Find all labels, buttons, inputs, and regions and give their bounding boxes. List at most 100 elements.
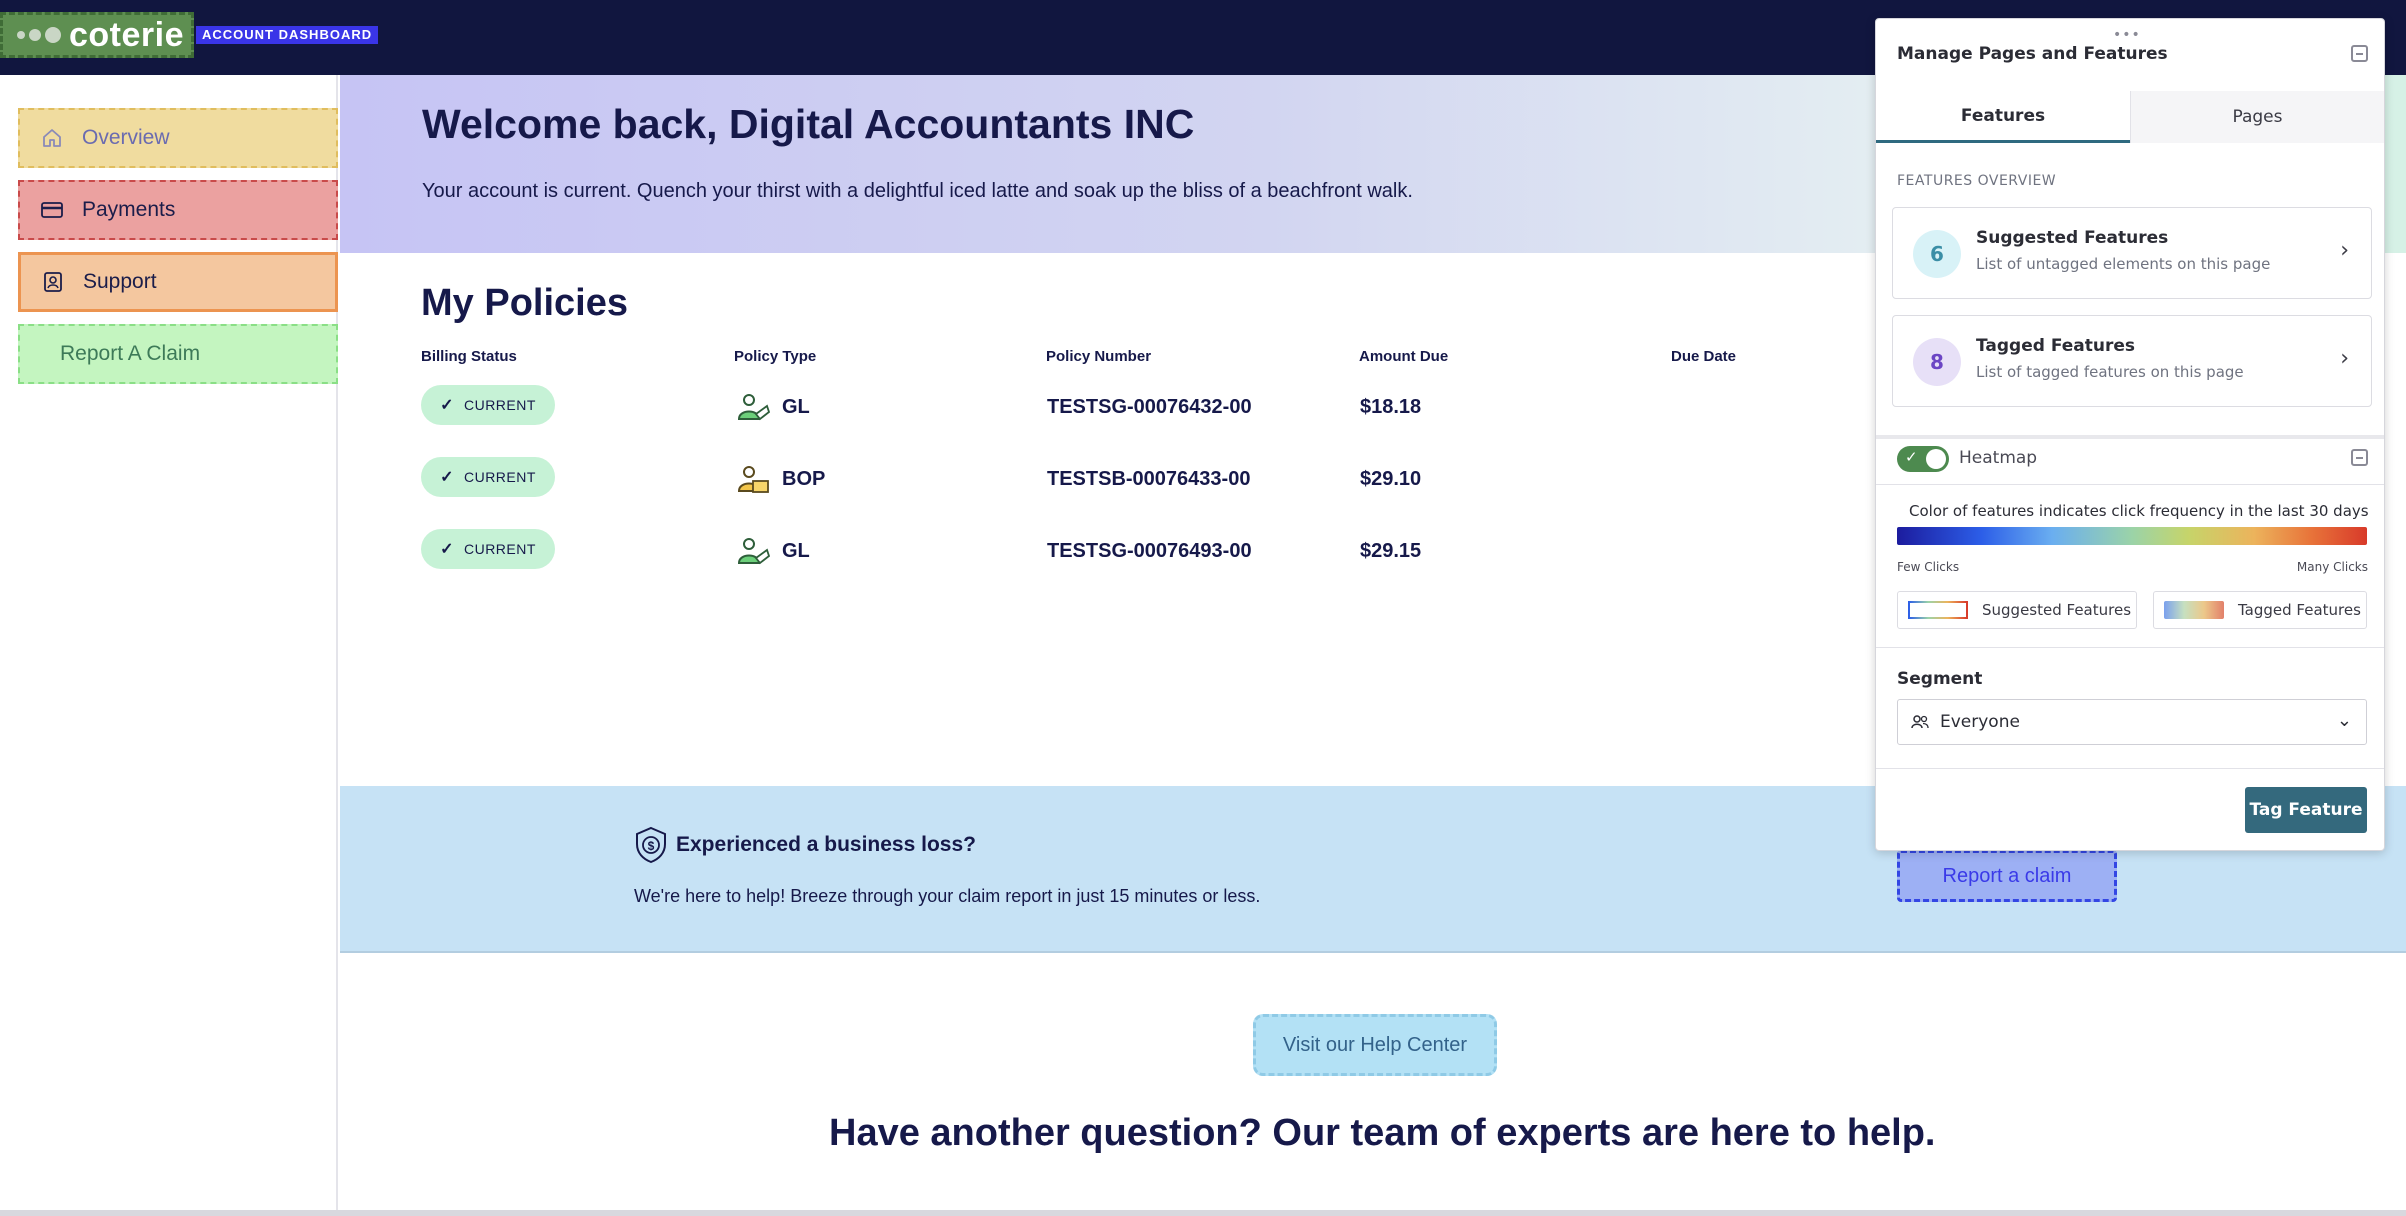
tab-features[interactable]: Features (1876, 91, 2130, 143)
section-divider (1876, 435, 2384, 439)
section-divider (1876, 768, 2384, 769)
sidebar: Overview Payments Support Report A Claim (0, 75, 338, 1216)
section-divider (1876, 484, 2384, 485)
chevron-right-icon: › (2340, 238, 2349, 263)
policy-type-text: GL (782, 539, 810, 562)
heatmap-gradient-scale (1897, 527, 2367, 545)
tagged-count-badge: 8 (1913, 338, 1961, 386)
credit-card-icon (38, 196, 66, 224)
heatmap-description: Color of features indicates click freque… (1909, 502, 2369, 520)
sidebar-item-support[interactable]: Support (18, 252, 338, 312)
sidebar-item-label: Overview (82, 126, 170, 149)
manage-features-panel: ••• Manage Pages and Features Features P… (1875, 18, 2385, 851)
legend-tagged-features: Tagged Features (2153, 591, 2367, 629)
collapse-heatmap-icon[interactable] (2351, 449, 2368, 466)
amount-due: $29.10 (1360, 468, 1422, 490)
sidebar-item-overview[interactable]: Overview (18, 108, 338, 168)
policies-title: My Policies (421, 282, 628, 324)
status-badge: ✓ CURRENT (421, 385, 555, 425)
help-center-button[interactable]: Visit our Help Center (1253, 1014, 1497, 1076)
card-description: List of tagged features on this page (1976, 363, 2244, 381)
policy-number[interactable]: TESTSG-00076432-00 (1047, 396, 1252, 419)
policy-type: GL (736, 536, 810, 566)
general-liability-icon (737, 394, 770, 421)
home-icon (38, 124, 66, 152)
segment-select[interactable]: Everyone ⌄ (1897, 699, 2367, 745)
amount-due: $18.18 (1360, 396, 1422, 418)
svg-text:$: $ (648, 839, 655, 853)
legend-suggested-features: Suggested Features (1897, 591, 2137, 629)
suggested-count-badge: 6 (1913, 230, 1961, 278)
status-badge: ✓ CURRENT (421, 457, 555, 497)
status-text: CURRENT (463, 541, 536, 557)
tag-feature-button[interactable]: Tag Feature (2245, 787, 2367, 833)
check-icon: ✓ (1905, 448, 1918, 466)
welcome-title: Welcome back, Digital Accountants INC (422, 101, 1195, 147)
policy-type: GL (736, 392, 810, 422)
tab-pages[interactable]: Pages (2130, 91, 2384, 143)
check-icon: ✓ (440, 541, 454, 558)
tagged-features-card[interactable]: 8 Tagged Features List of tagged feature… (1892, 315, 2372, 407)
business-owner-policy-icon (737, 466, 769, 493)
column-header-billing-status: Billing Status (421, 348, 517, 365)
help-heading: Have another question? Our team of exper… (829, 1112, 1936, 1154)
column-header-policy-type: Policy Type (734, 348, 817, 365)
contact-card-icon (39, 268, 67, 296)
chevron-right-icon: › (2340, 346, 2349, 371)
panel-tabs: Features Pages (1876, 91, 2384, 143)
segment-value: Everyone (1940, 712, 2020, 732)
heatmap-toggle[interactable]: ✓ (1897, 446, 1949, 472)
many-clicks-label: Many Clicks (2296, 560, 2368, 574)
logo-mark-icon (17, 27, 61, 43)
legend-label: Tagged Features (2238, 601, 2361, 619)
few-clicks-label: Few Clicks (1897, 560, 1960, 574)
report-claim-button[interactable]: Report a claim (1897, 850, 2117, 902)
sidebar-item-label: Support (83, 270, 157, 293)
account-status-message: Your account is current. Quench your thi… (422, 180, 1413, 202)
suggested-features-card[interactable]: 6 Suggested Features List of untagged el… (1892, 207, 2372, 299)
policy-type: BOP (736, 464, 825, 494)
users-icon (1911, 715, 1929, 729)
heatmap-label: Heatmap (1959, 448, 2038, 468)
minimize-panel-icon[interactable] (2351, 45, 2368, 62)
claim-banner-title: $ Experienced a business loss? (634, 826, 976, 864)
page-bottom-divider (0, 1210, 2406, 1216)
status-text: CURRENT (463, 469, 536, 485)
card-title: Tagged Features (1976, 336, 2136, 356)
policy-type-text: BOP (782, 467, 826, 490)
sidebar-item-payments[interactable]: Payments (18, 180, 338, 240)
amount-due: $29.15 (1360, 540, 1422, 562)
sidebar-item-report-claim[interactable]: Report A Claim (18, 324, 338, 384)
column-header-policy-number: Policy Number (1046, 348, 1152, 365)
sidebar-item-label: Payments (82, 198, 176, 221)
check-icon: ✓ (440, 397, 454, 414)
card-title: Suggested Features (1976, 228, 2169, 248)
toggle-knob (1926, 449, 1946, 469)
policy-type-text: GL (782, 395, 810, 418)
gradient-swatch-icon (2164, 601, 2224, 619)
shield-dollar-icon: $ (636, 826, 666, 864)
policy-number[interactable]: TESTSG-00076493-00 (1047, 540, 1252, 563)
policy-number[interactable]: TESTSB-00076433-00 (1047, 468, 1250, 491)
section-divider (1876, 647, 2384, 648)
general-liability-icon (737, 538, 770, 565)
column-header-due-date: Due Date (1671, 348, 1737, 365)
features-overview-label: FEATURES OVERVIEW (1897, 173, 2057, 189)
claim-banner-text: We're here to help! Breeze through your … (634, 886, 1261, 906)
claim-banner-title-text: Experienced a business loss? (676, 833, 976, 856)
legend-label: Suggested Features (1982, 601, 2132, 619)
card-description: List of untagged elements on this page (1976, 255, 2271, 273)
status-text: CURRENT (463, 397, 536, 413)
logo-text: coterie (69, 15, 184, 54)
segment-label: Segment (1897, 669, 1983, 689)
sidebar-item-label: Report A Claim (60, 342, 201, 365)
dashed-gradient-swatch-icon (1908, 601, 1968, 619)
account-dashboard-badge: ACCOUNT DASHBOARD (196, 26, 379, 44)
check-icon: ✓ (440, 469, 454, 486)
chevron-down-icon: ⌄ (2336, 710, 2352, 731)
status-badge: ✓ CURRENT (421, 529, 555, 569)
coterie-logo[interactable]: coterie (0, 12, 194, 58)
panel-title: Manage Pages and Features (1897, 44, 2168, 64)
column-header-amount-due: Amount Due (1359, 348, 1449, 365)
drag-handle-icon[interactable]: ••• (2113, 27, 2141, 43)
